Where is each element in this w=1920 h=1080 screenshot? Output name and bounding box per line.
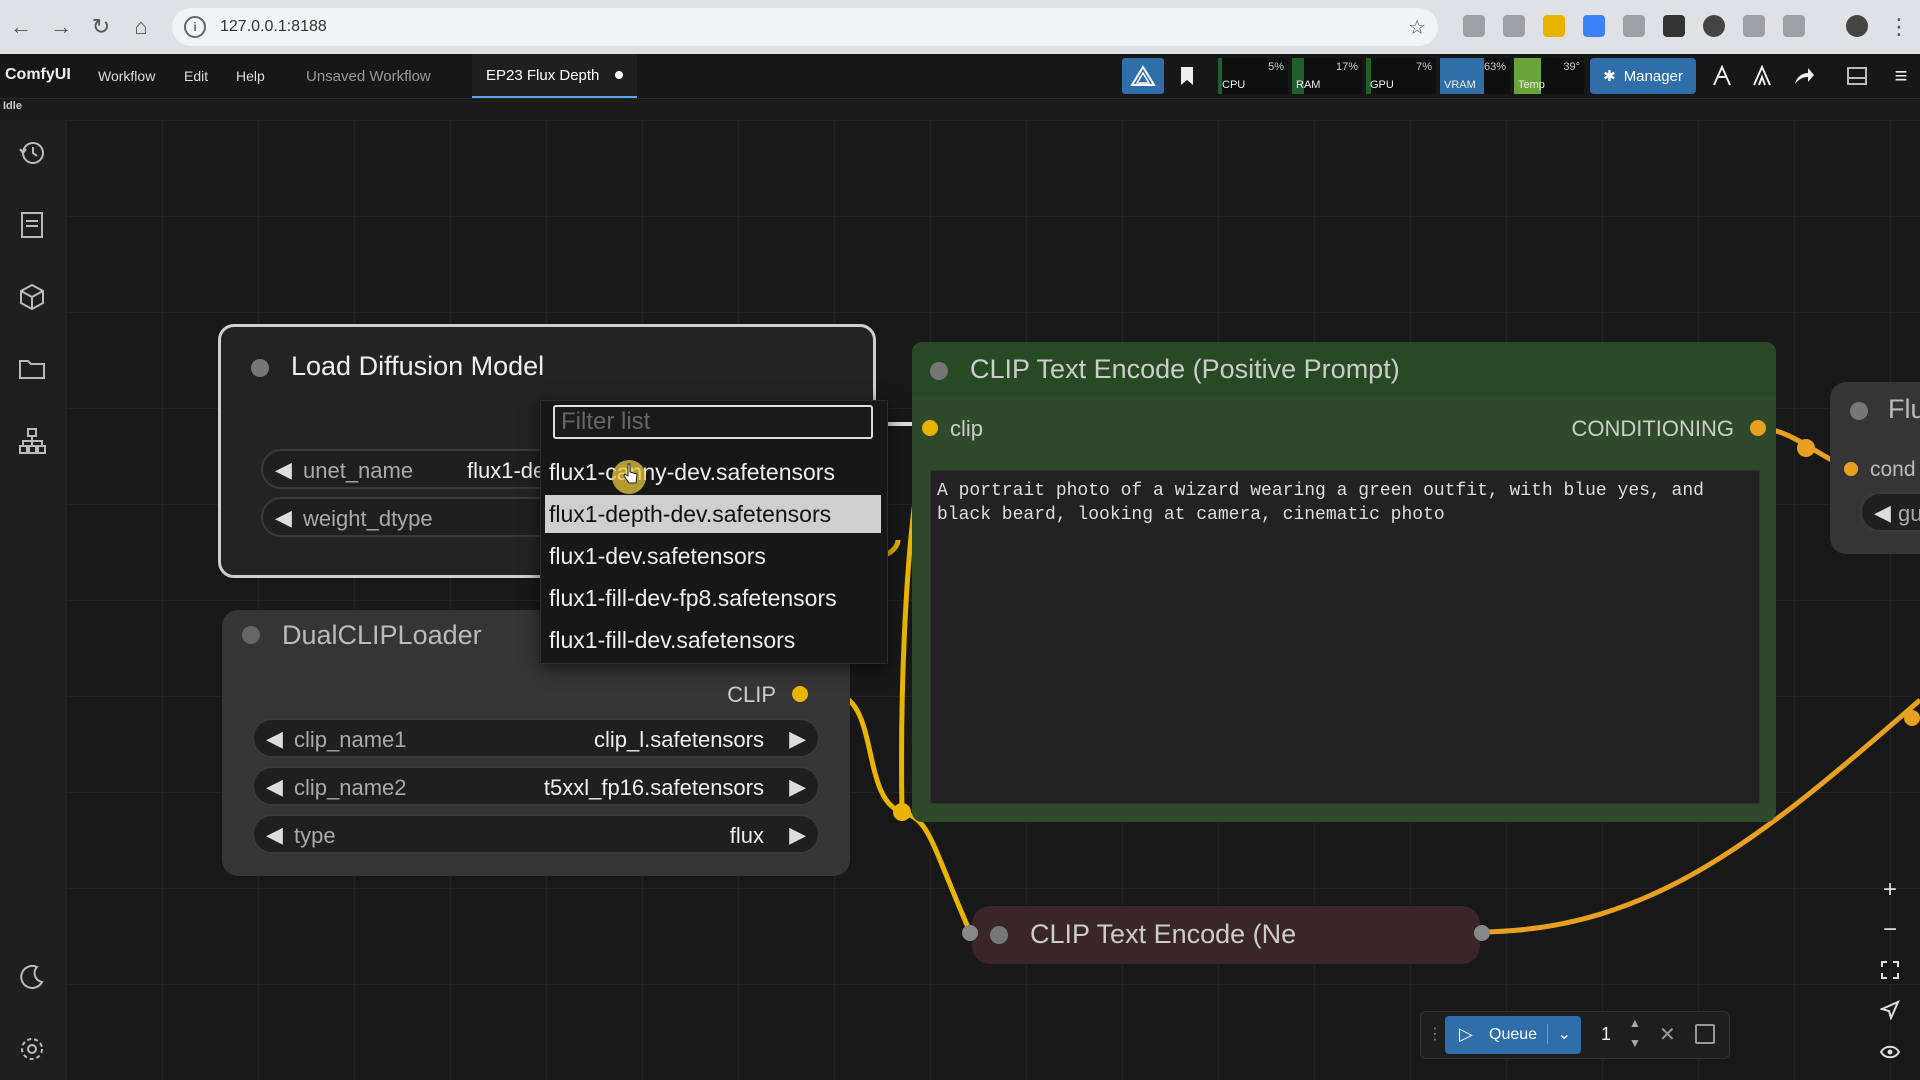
queue-bar: ⋮ ▷ Queue ⌄ 1 ▲ ▼ ✕ bbox=[1420, 1011, 1730, 1059]
widget-name: clip_name2 bbox=[294, 775, 407, 800]
widget-guidance[interactable]: ◀ gu bbox=[1860, 492, 1920, 532]
decrement-arrow-icon[interactable]: ◀ bbox=[266, 774, 283, 800]
increment-arrow-icon[interactable]: ▶ bbox=[789, 774, 806, 800]
combo-dropdown: flux1-canny-dev.safetensors flux1-depth-… bbox=[540, 400, 888, 664]
play-icon: ▷ bbox=[1459, 1024, 1473, 1044]
widget-clip-name1[interactable]: ◀ clip_name1 clip_l.safetensors ▶ bbox=[252, 718, 820, 758]
queue-button[interactable]: ▷ Queue ⌄ bbox=[1445, 1016, 1581, 1054]
dropdown-option[interactable]: flux1-canny-dev.safetensors bbox=[545, 453, 881, 491]
node-collapse-dot[interactable] bbox=[930, 362, 948, 380]
queue-label: Queue bbox=[1489, 1026, 1538, 1043]
decrement-arrow-icon[interactable]: ◀ bbox=[266, 726, 283, 752]
widget-name: clip_name1 bbox=[294, 727, 407, 752]
input-socket-cond[interactable] bbox=[1844, 462, 1858, 476]
mouse-pointer-icon bbox=[623, 463, 638, 484]
node-title: CLIP Text Encode (Positive Prompt) bbox=[970, 354, 1400, 384]
filter-field[interactable] bbox=[553, 405, 873, 439]
output-socket[interactable] bbox=[1474, 925, 1490, 941]
output-label-conditioning: CONDITIONING bbox=[1571, 416, 1734, 441]
drag-handle-icon[interactable]: ⋮ bbox=[1427, 1024, 1443, 1044]
node-collapse-dot[interactable] bbox=[990, 926, 1008, 944]
dropdown-option[interactable]: flux1-fill-dev-fp8.safetensors bbox=[545, 579, 881, 617]
widget-name: type bbox=[294, 823, 336, 848]
input-socket-clip[interactable] bbox=[922, 420, 938, 436]
widget-clip-name2[interactable]: ◀ clip_name2 t5xxl_fp16.safetensors ▶ bbox=[252, 766, 820, 806]
chevron-down-icon[interactable]: ⌄ bbox=[1546, 1024, 1571, 1044]
node-collapse-dot[interactable] bbox=[251, 359, 269, 377]
output-socket-conditioning[interactable] bbox=[1750, 420, 1766, 436]
decrement-arrow-icon[interactable]: ◀ bbox=[275, 457, 292, 483]
input-socket[interactable] bbox=[962, 925, 978, 941]
node-clip-text-encode-negative[interactable]: CLIP Text Encode (Ne bbox=[972, 906, 1480, 964]
prompt-textarea[interactable]: A portrait photo of a wizard wearing a g… bbox=[930, 470, 1760, 804]
zoom-out-icon[interactable]: − bbox=[1876, 916, 1904, 944]
output-socket-clip[interactable] bbox=[792, 686, 808, 702]
zoom-in-icon[interactable]: + bbox=[1876, 876, 1904, 904]
decrement-arrow-icon[interactable]: ◀ bbox=[1874, 500, 1891, 526]
reroute-dot[interactable] bbox=[1797, 439, 1815, 457]
pointer-mode-icon[interactable] bbox=[1876, 996, 1904, 1024]
widget-value: clip_l.safetensors bbox=[594, 727, 764, 752]
widget-value: flux1-de bbox=[467, 458, 546, 483]
input-label-clip: clip bbox=[950, 416, 984, 441]
node-title: Load Diffusion Model bbox=[291, 351, 545, 381]
widget-name: gu bbox=[1898, 501, 1920, 526]
stepper-up-icon[interactable]: ▲ bbox=[1629, 1016, 1641, 1030]
cancel-icon[interactable]: ✕ bbox=[1659, 1022, 1676, 1047]
dropdown-option[interactable]: flux1-fill-dev.safetensors bbox=[545, 621, 881, 659]
widget-type[interactable]: ◀ type flux ▶ bbox=[252, 814, 820, 854]
widget-value: t5xxl_fp16.safetensors bbox=[543, 775, 764, 800]
stepper-down-icon[interactable]: ▼ bbox=[1629, 1036, 1641, 1050]
widget-name: weight_dtype bbox=[303, 506, 433, 531]
reroute-dot[interactable] bbox=[1904, 710, 1920, 726]
eye-icon[interactable] bbox=[1876, 1038, 1904, 1066]
node-title: Flu bbox=[1888, 394, 1920, 424]
input-label-cond: cond bbox=[1870, 458, 1916, 481]
output-label-clip: CLIP bbox=[727, 682, 776, 707]
filter-input[interactable] bbox=[555, 407, 871, 437]
increment-arrow-icon[interactable]: ▶ bbox=[789, 726, 806, 752]
node-title: DualCLIPLoader bbox=[282, 620, 482, 650]
node-flux-guidance-partial[interactable]: Flu cond ◀ gu bbox=[1830, 382, 1920, 554]
node-title: CLIP Text Encode (Ne bbox=[1030, 919, 1297, 949]
node-collapse-dot[interactable] bbox=[242, 626, 260, 644]
queue-count[interactable]: 1 bbox=[1601, 1024, 1611, 1045]
node-collapse-dot[interactable] bbox=[1850, 402, 1868, 420]
stop-icon[interactable] bbox=[1695, 1024, 1715, 1044]
reroute-dot[interactable] bbox=[893, 803, 911, 821]
decrement-arrow-icon[interactable]: ◀ bbox=[266, 822, 283, 848]
dropdown-option-highlighted[interactable]: flux1-depth-dev.safetensors bbox=[545, 495, 881, 533]
fit-view-icon[interactable] bbox=[1876, 956, 1904, 984]
widget-value: flux bbox=[729, 823, 764, 848]
widget-name: unet_name bbox=[303, 458, 414, 483]
dropdown-option[interactable]: flux1-dev.safetensors bbox=[545, 537, 881, 575]
decrement-arrow-icon[interactable]: ◀ bbox=[275, 505, 292, 531]
increment-arrow-icon[interactable]: ▶ bbox=[789, 822, 806, 848]
